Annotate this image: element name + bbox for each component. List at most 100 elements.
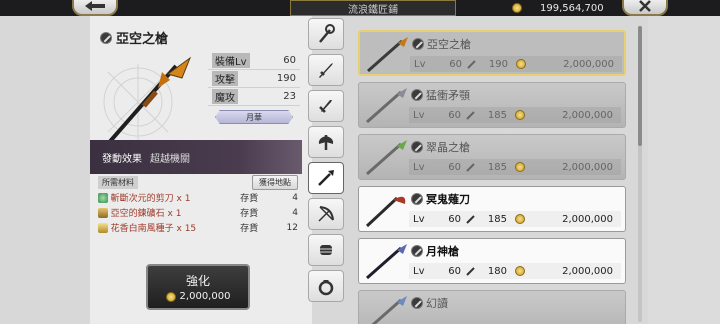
gold-coin-icon	[515, 266, 525, 276]
weapon-name: 猛衝矛顎	[426, 89, 470, 102]
weapon-thumbnail	[366, 244, 407, 280]
attack-value: 185	[487, 213, 507, 225]
gold-coin-icon	[515, 110, 525, 120]
ring-icon	[318, 280, 334, 296]
stat-label: 攻擊	[212, 71, 238, 86]
tab-spear[interactable]	[308, 162, 344, 194]
price-coin	[507, 214, 533, 224]
upgrade-button[interactable]: 強化 2,000,000	[146, 264, 250, 310]
spear-type-icon	[412, 38, 424, 50]
category-tabs	[306, 16, 346, 324]
level-label: Lv	[413, 213, 425, 225]
attack-icon	[461, 162, 481, 172]
weapon-card[interactable]: 月神槍 Lv 60 180 2,000,000	[358, 238, 626, 284]
level-value: 60	[448, 213, 461, 225]
tab-staff[interactable]	[308, 18, 344, 50]
material-ore-icon	[98, 207, 108, 218]
weapon-name-row: 猛衝矛顎	[411, 87, 470, 103]
back-arrow-icon	[85, 1, 105, 11]
tab-fist[interactable]	[308, 234, 344, 266]
weapon-thumbnail	[365, 196, 406, 228]
scroll-thumb[interactable]	[638, 26, 642, 146]
level-value: 60	[449, 58, 462, 70]
weapon-list: 亞空之槍 Lv 60 190 2,000,000 猛衝矛顎 Lv 60 185	[350, 16, 630, 324]
gold-coin-icon	[512, 3, 522, 13]
gold-coin-icon	[165, 291, 176, 302]
effect-value: 超越機關	[150, 153, 190, 165]
spear-type-icon	[100, 31, 112, 44]
material-name: 花香白南風種子 x 15	[110, 224, 197, 234]
fist-icon	[320, 245, 332, 255]
materials-header: 所需材料 獲得地點	[98, 174, 298, 190]
stat-row-level: 裝備Lv 60	[208, 52, 300, 70]
attack-icon	[461, 214, 481, 224]
gold-display: 199,564,700	[512, 1, 622, 15]
acquire-location-button[interactable]: 獲得地點	[252, 174, 298, 190]
price-value: 2,000,000	[562, 109, 613, 121]
axe-icon	[318, 135, 334, 150]
weapon-thumbnail	[366, 88, 407, 124]
attack-icon	[462, 59, 482, 69]
price-value: 2,000,000	[562, 213, 613, 225]
material-row[interactable]: 斬斷次元的剪刀 x 1 存貨 4	[98, 190, 298, 205]
material-row[interactable]: 花香白南風種子 x 15 存貨 12	[98, 220, 298, 235]
price-coin	[507, 162, 533, 172]
level-value: 60	[448, 265, 461, 277]
level-value: 60	[448, 161, 461, 173]
effect-label: 發動效果	[102, 153, 142, 165]
spear-type-icon	[411, 141, 423, 153]
weapon-card[interactable]: 猛衝矛顎 Lv 60 185 2,000,000	[358, 82, 626, 128]
material-count: 4	[292, 192, 298, 203]
weapon-name: 冥鬼薙刀	[426, 193, 470, 206]
tab-bow[interactable]	[308, 198, 344, 230]
weapon-name: 月神槍	[426, 245, 459, 258]
tab-ring[interactable]	[308, 270, 344, 302]
price-coin	[507, 110, 533, 120]
price-value: 2,000,000	[562, 265, 613, 277]
list-scrollbar[interactable]	[638, 26, 642, 322]
spear-icon	[318, 170, 334, 186]
gold-coin-icon	[515, 214, 525, 224]
weapon-info: Lv 60 180 2,000,000	[409, 263, 621, 279]
tab-sword[interactable]	[308, 54, 344, 86]
price-coin	[508, 59, 534, 69]
materials-label: 所需材料	[98, 175, 138, 189]
staff-icon	[319, 24, 335, 43]
dagger-icon	[319, 100, 332, 113]
weapon-name-row: 月神槍	[411, 243, 459, 259]
weapon-name-row: 冥鬼薙刀	[411, 191, 470, 207]
detail-weapon-name: 亞空之槍	[116, 32, 169, 47]
spear-type-icon	[411, 245, 423, 257]
level-label: Lv	[413, 109, 425, 121]
weapon-card[interactable]: 幻讀	[358, 290, 626, 324]
attack-value: 185	[487, 109, 507, 121]
attack-value: 185	[487, 161, 507, 173]
tab-dagger[interactable]	[308, 90, 344, 122]
material-row[interactable]: 亞空的鍊礦石 x 1 存貨 4	[98, 205, 298, 220]
attack-icon	[461, 110, 481, 120]
price-value: 2,000,000	[563, 58, 614, 70]
top-bar: 流浪鐵匠鋪 199,564,700	[0, 0, 720, 16]
weapon-info: Lv 60 190 2,000,000	[410, 56, 622, 72]
weapon-thumbnail	[371, 296, 407, 324]
tab-axe[interactable]	[308, 126, 344, 158]
weapon-card[interactable]: 冥鬼薙刀 Lv 60 185 2,000,000	[358, 186, 626, 232]
material-name: 斬斷次元的剪刀 x 1	[110, 194, 191, 204]
detail-header: 亞空之槍	[100, 28, 168, 47]
stat-value: 60	[283, 55, 296, 66]
weapon-detail-panel: 亞空之槍 裝備Lv 60 攻擊 190 魔攻 23 月華 發動效果 超越機關 所…	[90, 16, 312, 324]
back-button[interactable]	[72, 0, 118, 16]
gold-coin-icon	[515, 162, 525, 172]
weapon-card[interactable]: 亞空之槍 Lv 60 190 2,000,000	[358, 30, 626, 76]
weapon-card[interactable]: 翠晶之槍 Lv 60 185 2,000,000	[358, 134, 626, 180]
stat-label: 魔攻	[212, 89, 238, 104]
material-scissors-icon	[98, 192, 108, 203]
weapon-name: 亞空之槍	[427, 38, 471, 51]
weapon-info: Lv 60 185 2,000,000	[409, 211, 621, 227]
weapon-name: 幻讀	[426, 297, 448, 310]
material-name: 亞空的鍊礦石 x 1	[110, 209, 182, 219]
attack-value: 190	[488, 58, 508, 70]
material-stock-label: 存貨	[240, 209, 259, 219]
close-button[interactable]	[622, 0, 668, 16]
stat-value: 190	[276, 73, 296, 84]
